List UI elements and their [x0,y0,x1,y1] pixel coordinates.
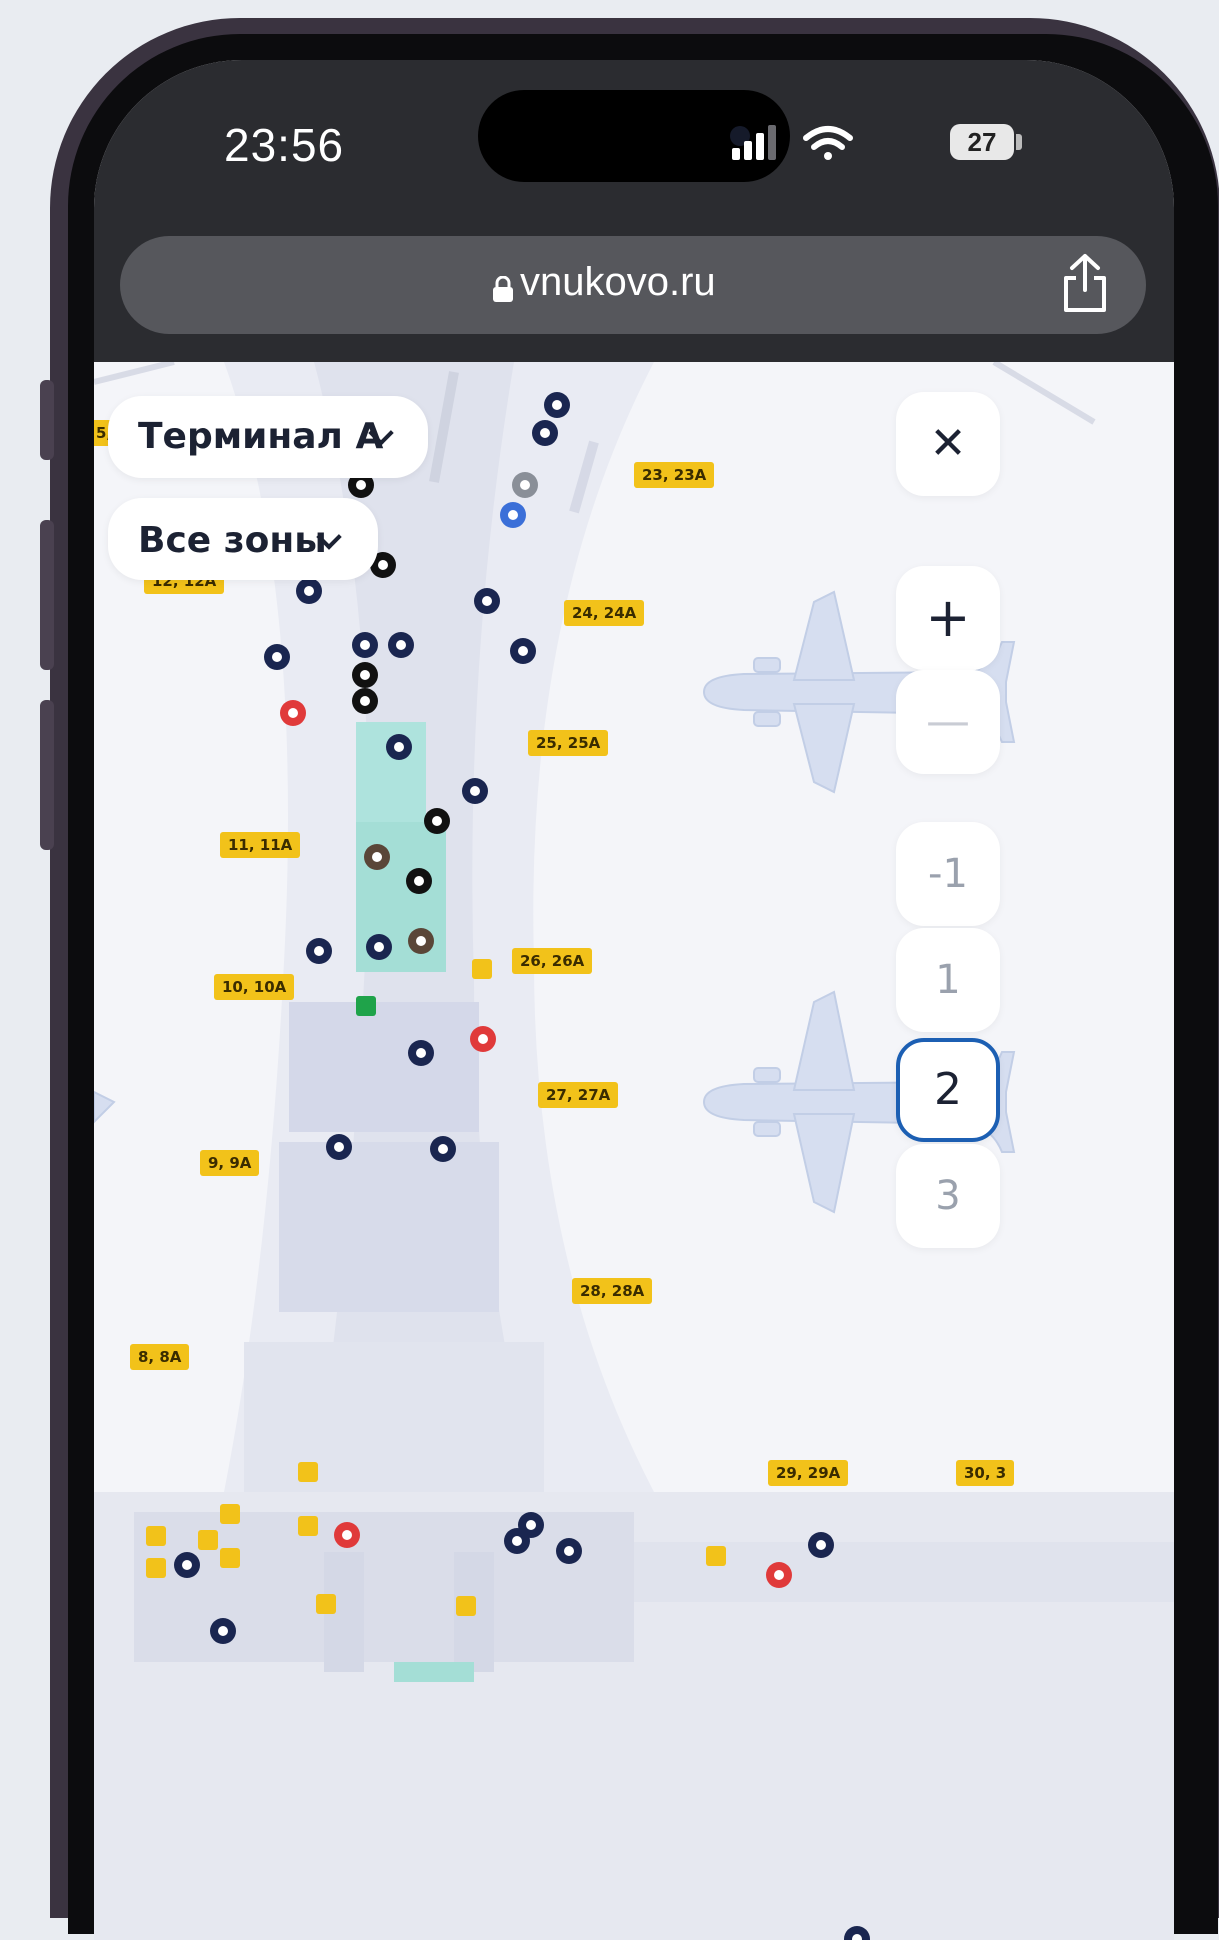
close-button[interactable]: ✕ [896,392,1000,496]
info-icon[interactable] [512,472,538,498]
address-bar[interactable]: vnukovo.ru [120,236,1146,334]
zones-dropdown[interactable]: Все зоны [108,498,378,580]
shop-icon[interactable] [544,392,570,418]
gate-label[interactable]: 8, 8A [130,1344,190,1370]
airplane-icon [94,1090,116,1124]
shop-icon[interactable] [808,1532,834,1558]
restaurant-icon[interactable] [334,1522,360,1548]
wc-icon[interactable] [456,1596,476,1616]
volume-down-button [40,700,54,850]
lock-icon [493,276,513,302]
wc-icon[interactable] [706,1546,726,1566]
restaurant-icon[interactable] [280,700,306,726]
gate-label[interactable]: 26, 26A [512,948,593,974]
battery-tip [1016,134,1022,150]
level-button-active[interactable]: 2 [896,1038,1000,1142]
action-button [40,380,54,460]
shop-icon[interactable] [366,934,392,960]
shop-icon[interactable] [352,632,378,658]
shop-icon[interactable] [408,1040,434,1066]
shop-icon[interactable] [306,938,332,964]
service-icon[interactable] [500,502,526,528]
gate-label[interactable]: 9, 9A [200,1150,260,1176]
restaurant-icon[interactable] [470,1026,496,1052]
cafe-icon[interactable] [406,868,432,894]
wc-icon[interactable] [298,1462,318,1482]
gate-label[interactable]: 30, 3 [956,1460,1015,1486]
shop-icon[interactable] [556,1538,582,1564]
shop-icon[interactable] [504,1528,530,1554]
gate-label[interactable]: 24, 24A [564,600,645,626]
terminal-label: Терминал А [138,416,384,457]
wc-icon[interactable] [146,1526,166,1546]
restaurant-icon[interactable] [766,1562,792,1588]
volume-up-button [40,520,54,670]
shop-icon[interactable] [264,644,290,670]
shop-icon[interactable] [210,1618,236,1644]
shop-icon[interactable] [388,632,414,658]
shop-icon[interactable] [174,1552,200,1578]
wc-icon[interactable] [220,1548,240,1568]
wc-icon[interactable] [472,959,492,979]
gate-label[interactable]: 27, 27A [538,1082,619,1108]
wc-icon[interactable] [316,1594,336,1614]
cafe-icon[interactable] [364,844,390,870]
shop-icon[interactable] [474,588,500,614]
shop-icon[interactable] [532,420,558,446]
url-text: vnukovo.ru [520,260,716,304]
gate-label[interactable]: 10, 10A [214,974,295,1000]
wc-icon[interactable] [198,1530,218,1550]
status-icons [732,125,853,160]
zones-label: Все зоны [138,520,327,561]
exit-icon[interactable] [356,996,376,1016]
cafe-icon[interactable] [424,808,450,834]
shop-icon[interactable] [510,638,536,664]
cafe-icon[interactable] [352,688,378,714]
screen: 23:56 27 vnukovo.ru 23, 23A 24, 24A 25, … [94,60,1174,1940]
wifi-icon [803,126,853,160]
shop-icon[interactable] [386,734,412,760]
gate-label[interactable]: 23, 23A [634,462,715,488]
shop-icon[interactable] [462,778,488,804]
wc-icon[interactable] [220,1504,240,1524]
zoom-out-button[interactable]: — [896,670,1000,774]
terminal-dropdown[interactable]: Терминал А [108,396,428,478]
terminal-map[interactable]: 23, 23A 24, 24A 25, 25A 26, 26A 27, 27A … [94,362,1174,1940]
signal-icon [732,125,776,160]
gate-label[interactable]: 11, 11A [220,832,301,858]
status-time: 23:56 [224,119,345,171]
gate-label[interactable]: 28, 28A [572,1278,653,1304]
gate-label[interactable]: 25, 25A [528,730,609,756]
cafe-icon[interactable] [352,662,378,688]
wc-icon[interactable] [146,1558,166,1578]
zoom-in-button[interactable]: + [896,566,1000,670]
shop-icon[interactable] [326,1134,352,1160]
shop-icon[interactable] [430,1136,456,1162]
browser-chrome: 23:56 27 vnukovo.ru [94,60,1174,362]
battery-icon: 27 [950,124,1014,160]
level-button[interactable]: 3 [896,1144,1000,1248]
level-button[interactable]: 1 [896,928,1000,1032]
wc-icon[interactable] [298,1516,318,1536]
cafe-icon[interactable] [408,928,434,954]
share-icon[interactable] [1058,252,1112,316]
gate-label[interactable]: 29, 29A [768,1460,849,1486]
level-button[interactable]: -1 [896,822,1000,926]
shop-icon[interactable] [296,578,322,604]
